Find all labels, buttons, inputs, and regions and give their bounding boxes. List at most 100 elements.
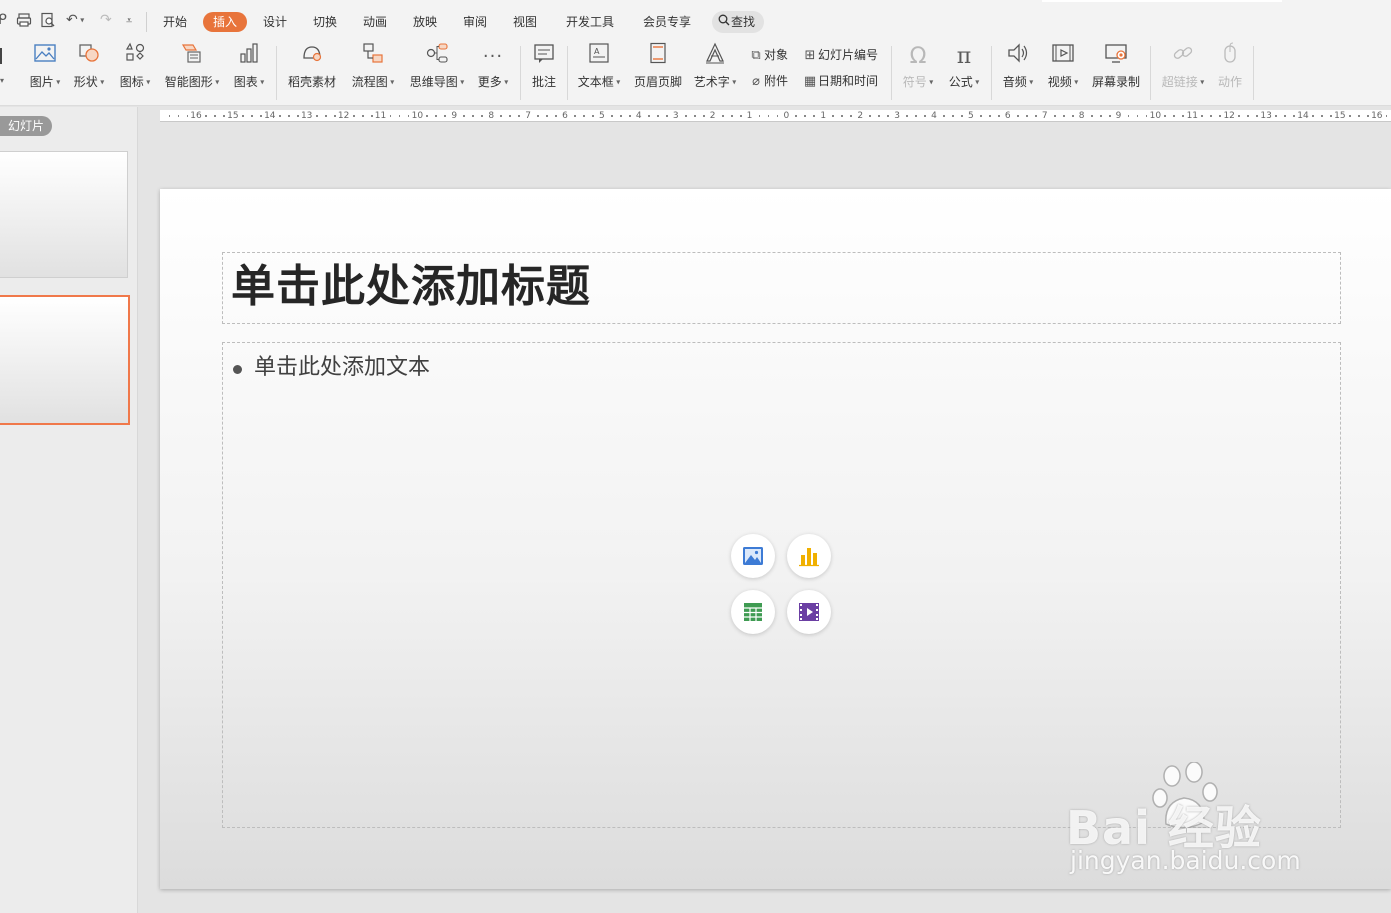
ruler-tick — [583, 115, 585, 117]
undo-icon[interactable]: ↶ ▾ — [66, 12, 84, 28]
screen-record-label: 屏幕录制 — [1091, 75, 1140, 89]
ruler-tick — [1109, 115, 1111, 117]
chart-button[interactable]: 图表 ▾ — [230, 42, 268, 104]
ruler-tick — [436, 115, 438, 117]
ruler-label: 4 — [635, 111, 642, 121]
insert-video-button[interactable] — [787, 590, 831, 634]
speaker-icon — [998, 42, 1038, 72]
flowchart-button[interactable]: 流程图 ▾ — [348, 42, 398, 104]
ruler-tick — [408, 115, 410, 117]
insert-chart-button[interactable] — [787, 534, 831, 578]
ruler-tick — [620, 115, 622, 117]
ruler-tick — [223, 115, 225, 117]
mindmap-button[interactable]: 思维导图 ▾ — [406, 42, 468, 104]
video-label: 视频 — [1047, 75, 1072, 89]
ruler-tick — [1312, 115, 1314, 117]
more-label: 更多 — [477, 75, 502, 89]
slide-thumbnail-2[interactable] — [0, 295, 130, 425]
redo-icon[interactable]: ↷ — [100, 12, 112, 28]
print-preview-icon[interactable] — [40, 12, 56, 32]
ruler-tick — [796, 115, 798, 117]
symbol-button[interactable]: Ω 符号 ▾ — [898, 42, 938, 104]
ruler-tick — [205, 115, 207, 117]
menu-bar: ᑭ ↶ ▾ ↷ ⩡ 开始 插入 设计 切换 动画 放映 审阅 视图 开发工具 会… — [0, 0, 1391, 42]
ruler-tick — [1137, 115, 1139, 117]
shape-icon — [70, 42, 108, 72]
tab-animation[interactable]: 动画 — [353, 13, 397, 31]
ruler-tick — [989, 115, 991, 117]
ruler-tick — [740, 115, 742, 117]
slide-number-icon: ⊞ — [804, 48, 816, 63]
back-icon[interactable]: ᑭ — [0, 12, 7, 28]
slide-thumbnail-1[interactable] — [0, 151, 128, 278]
ruler-tick — [851, 115, 853, 117]
ruler-tick — [242, 115, 244, 117]
object-label: 对象 — [764, 48, 789, 62]
comment-button[interactable]: 批注 — [527, 42, 561, 104]
ruler-tick — [1385, 115, 1387, 117]
ruler-tick — [1349, 115, 1351, 117]
material-button[interactable]: 稻壳素材 — [285, 42, 339, 104]
tab-start[interactable]: 开始 — [153, 13, 197, 31]
ribbon-divider — [520, 46, 521, 100]
link-icon — [1158, 42, 1208, 72]
ruler-tick — [685, 115, 687, 117]
art-text-button[interactable]: 艺术字 ▾ — [692, 42, 738, 104]
tab-transition[interactable]: 切换 — [303, 13, 347, 31]
insert-table-button[interactable] — [731, 590, 775, 634]
smart-art-icon — [163, 42, 221, 72]
ribbon-insert: ▾ 图片 ▾ 形状 ▾ 图标 ▾ 智能图形 ▾ 图表 ▾ 稻壳素材 流程图 ▾ … — [0, 42, 1391, 106]
symbol-label: 符号 — [902, 75, 927, 89]
ruler-tick — [1220, 115, 1222, 117]
calendar-icon: ▦ — [803, 74, 817, 89]
title-placeholder[interactable]: 单击此处添加标题 — [222, 252, 1341, 324]
icons-gallery-icon — [116, 42, 154, 72]
ruler-tick — [805, 115, 807, 117]
slides-tab[interactable]: 幻灯片 — [0, 116, 53, 136]
ruler-tick — [998, 115, 1000, 117]
attachment-button[interactable]: ⌀ 附件 — [748, 71, 788, 91]
object-button[interactable]: ⧉ 对象 — [748, 45, 788, 65]
ruler-tick — [1100, 115, 1102, 117]
smart-art-button[interactable]: 智能图形 ▾ — [163, 42, 221, 104]
ruler-tick — [961, 115, 963, 117]
audio-button[interactable]: 音频 ▾ — [998, 42, 1038, 104]
action-button[interactable]: 动作 — [1213, 42, 1247, 104]
ruler-tick — [1276, 115, 1277, 117]
icon-button[interactable]: 图标 ▾ — [116, 42, 154, 104]
ruler-label: 15 — [1334, 111, 1346, 121]
tab-slideshow[interactable]: 放映 — [403, 13, 447, 31]
attachment-label: 附件 — [764, 74, 789, 88]
search-button[interactable]: 查找 — [712, 11, 764, 33]
customize-icon[interactable]: ⩡ — [126, 14, 132, 28]
shape-button[interactable]: 形状 ▾ — [70, 42, 108, 104]
textbox-button[interactable]: A 文本框 ▾ — [575, 42, 623, 104]
tab-review[interactable]: 审阅 — [453, 13, 497, 31]
tab-insert[interactable]: 插入 — [203, 12, 248, 32]
date-time-button[interactable]: ▦ 日期和时间 — [802, 71, 878, 91]
formula-button[interactable]: π 公式 ▾ — [944, 42, 984, 104]
picture-button[interactable]: 图片 ▾ — [26, 42, 64, 104]
insert-picture-button[interactable] — [731, 534, 775, 578]
video-button[interactable]: 视频 ▾ — [1043, 42, 1083, 104]
tab-developer[interactable]: 开发工具 — [556, 13, 624, 31]
tab-design[interactable]: 设计 — [253, 13, 297, 31]
ribbon-divider — [991, 46, 992, 100]
slide-number-button[interactable]: ⊞ 幻灯片编号 — [802, 45, 878, 65]
ruler-label: 5 — [968, 111, 974, 121]
hyperlink-button[interactable]: 超链接 ▾ — [1158, 42, 1208, 104]
ruler-tick — [279, 115, 281, 117]
tab-member[interactable]: 会员专享 — [633, 13, 701, 31]
ruler-tick — [879, 115, 881, 117]
print-icon[interactable] — [16, 12, 32, 32]
header-footer-button[interactable]: 页眉页脚 — [632, 42, 684, 104]
tab-view[interactable]: 视图 — [503, 13, 547, 31]
date-time-label: 日期和时间 — [818, 74, 879, 88]
title-placeholder-text: 单击此处添加标题 — [231, 261, 591, 312]
body-placeholder[interactable]: 单击此处添加文本 — [222, 342, 1341, 828]
screen-record-button[interactable]: 屏幕录制 — [1090, 42, 1142, 104]
art-text-label: 艺术字 — [693, 75, 730, 89]
ruler-label: 9 — [451, 111, 458, 121]
more-button[interactable]: ··· 更多 ▾ — [474, 42, 512, 104]
ruler-label: 1 — [820, 111, 827, 121]
